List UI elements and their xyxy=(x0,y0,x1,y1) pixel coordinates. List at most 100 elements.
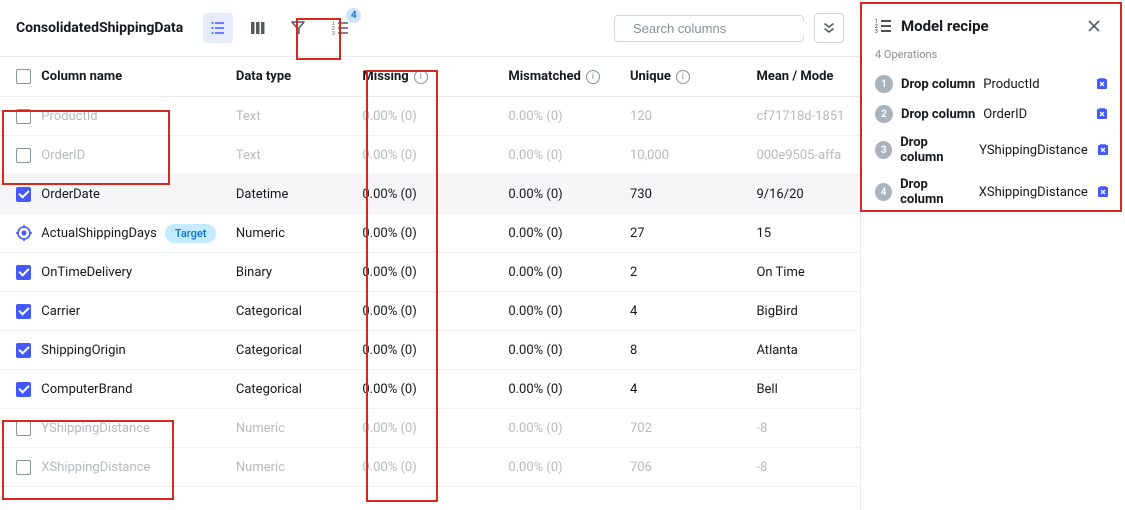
missing-value: 0.00% (0) xyxy=(362,148,508,163)
missing-value: 0.00% (0) xyxy=(362,382,508,397)
mean-value: Bell xyxy=(756,382,844,397)
table-row[interactable]: ActualShippingDaysTargetNumeric0.00% (0)… xyxy=(0,214,860,253)
column-name: OrderID xyxy=(41,148,85,163)
recipe-op[interactable]: 4 Drop column XShippingDistance xyxy=(875,171,1111,213)
op-column: YShippingDistance xyxy=(979,143,1088,158)
row-checkbox[interactable] xyxy=(16,421,31,436)
col-header-type: Data type xyxy=(236,69,362,84)
mean-value: cf71718d-1851 xyxy=(756,109,844,124)
unique-value: 4 xyxy=(630,382,756,397)
col-header-unique: Unique xyxy=(630,69,671,84)
mean-value: On Time xyxy=(756,265,844,280)
col-header-missing: Missing xyxy=(362,69,408,84)
recipe-list-icon: 1 2 3 xyxy=(875,17,893,35)
delete-op-button[interactable] xyxy=(1095,106,1111,122)
mismatched-value: 0.00% (0) xyxy=(508,460,630,475)
search-input[interactable] xyxy=(633,21,809,36)
row-checkbox[interactable] xyxy=(16,382,31,397)
op-column: XShippingDistance xyxy=(979,185,1088,200)
mismatched-value: 0.00% (0) xyxy=(508,109,630,124)
panel-close-button[interactable] xyxy=(1087,14,1111,38)
info-icon[interactable]: i xyxy=(414,70,428,84)
chevron-double-down-icon xyxy=(823,22,835,34)
grid-view-button[interactable] xyxy=(243,13,273,43)
mismatched-value: 0.00% (0) xyxy=(508,343,630,358)
missing-value: 0.00% (0) xyxy=(362,226,508,241)
row-checkbox[interactable] xyxy=(16,187,31,202)
ops-list: 1Drop columnProductId2Drop columnOrderID… xyxy=(875,69,1111,213)
table-row[interactable]: ShippingOriginCategorical0.00% (0)0.00% … xyxy=(0,331,860,370)
recipe-list-icon: 1 2 3 xyxy=(332,19,350,37)
filter-button[interactable] xyxy=(283,13,313,43)
recipe-panel: 1 2 3 Model recipe 4 Operations 1Drop co… xyxy=(860,0,1125,510)
close-icon xyxy=(1087,19,1101,33)
recipe-op[interactable]: 3 Drop column YShippingDistance xyxy=(875,129,1111,171)
data-type: Binary xyxy=(236,265,362,280)
row-checkbox[interactable] xyxy=(16,148,31,163)
op-column: ProductId xyxy=(983,77,1039,92)
table-row[interactable]: XShippingDistanceNumeric0.00% (0)0.00% (… xyxy=(0,448,860,487)
row-checkbox[interactable] xyxy=(16,343,31,358)
op-action: Drop column xyxy=(900,135,971,165)
data-type: Numeric xyxy=(236,226,362,241)
list-view-button[interactable] xyxy=(203,13,233,43)
unique-value: 120 xyxy=(630,109,756,124)
table-row[interactable]: OrderIDText0.00% (0)0.00% (0)10,000000e9… xyxy=(0,136,860,175)
recipe-count-badge: 4 xyxy=(346,8,361,23)
unique-value: 10,000 xyxy=(630,148,756,163)
unique-value: 8 xyxy=(630,343,756,358)
row-checkbox[interactable] xyxy=(16,265,31,280)
table-row[interactable]: OrderDateDatetime0.00% (0)0.00% (0)7309/… xyxy=(0,175,860,214)
info-icon[interactable]: i xyxy=(586,70,600,84)
column-name: OnTimeDelivery xyxy=(41,265,132,280)
op-action: Drop column xyxy=(901,107,975,122)
mismatched-value: 0.00% (0) xyxy=(508,421,630,436)
delete-op-button[interactable] xyxy=(1096,142,1111,158)
row-checkbox[interactable] xyxy=(16,460,31,475)
op-number: 1 xyxy=(875,75,893,93)
data-type: Datetime xyxy=(236,187,362,202)
expand-button[interactable] xyxy=(814,13,844,43)
delete-op-button[interactable] xyxy=(1096,184,1111,200)
missing-value: 0.00% (0) xyxy=(362,343,508,358)
op-number: 3 xyxy=(875,141,892,159)
table-row[interactable]: OnTimeDeliveryBinary0.00% (0)0.00% (0)2O… xyxy=(0,253,860,292)
missing-value: 0.00% (0) xyxy=(362,460,508,475)
missing-value: 0.00% (0) xyxy=(362,187,508,202)
mismatched-value: 0.00% (0) xyxy=(508,382,630,397)
list-lines-icon xyxy=(210,20,226,36)
op-number: 4 xyxy=(875,183,892,201)
op-column: OrderID xyxy=(983,107,1027,122)
row-checkbox[interactable] xyxy=(16,109,31,124)
column-name: ShippingOrigin xyxy=(41,343,125,358)
target-icon xyxy=(16,225,32,241)
row-checkbox[interactable] xyxy=(16,304,31,319)
recipe-button[interactable]: 1 2 3 4 xyxy=(326,13,356,43)
missing-value: 0.00% (0) xyxy=(362,109,508,124)
select-all-checkbox[interactable] xyxy=(16,69,31,84)
column-name: XShippingDistance xyxy=(41,460,150,475)
column-name: OrderDate xyxy=(41,187,100,202)
recipe-op[interactable]: 1Drop columnProductId xyxy=(875,69,1111,99)
data-type: Text xyxy=(236,148,362,163)
recipe-op[interactable]: 2Drop columnOrderID xyxy=(875,99,1111,129)
data-type: Categorical xyxy=(236,304,362,319)
search-input-wrap[interactable] xyxy=(614,15,804,42)
info-icon[interactable]: i xyxy=(676,70,690,84)
target-badge: Target xyxy=(165,224,217,243)
delete-op-button[interactable] xyxy=(1095,76,1111,92)
table-row[interactable]: YShippingDistanceNumeric0.00% (0)0.00% (… xyxy=(0,409,860,448)
missing-value: 0.00% (0) xyxy=(362,421,508,436)
table-row[interactable]: CarrierCategorical0.00% (0)0.00% (0)4Big… xyxy=(0,292,860,331)
op-action: Drop column xyxy=(900,177,971,207)
missing-value: 0.00% (0) xyxy=(362,265,508,280)
col-header-mismatched: Mismatched xyxy=(508,69,581,84)
table-header: Column name Data type Missingi Mismatche… xyxy=(0,57,860,97)
column-name: ProductId xyxy=(41,109,97,124)
toolbar: ConsolidatedShippingData xyxy=(0,0,860,57)
table-row[interactable]: ProductIdText0.00% (0)0.00% (0)120cf7171… xyxy=(0,97,860,136)
mean-value: BigBird xyxy=(756,304,844,319)
unique-value: 4 xyxy=(630,304,756,319)
table-row[interactable]: ComputerBrandCategorical0.00% (0)0.00% (… xyxy=(0,370,860,409)
dataset-title: ConsolidatedShippingData xyxy=(16,20,183,36)
